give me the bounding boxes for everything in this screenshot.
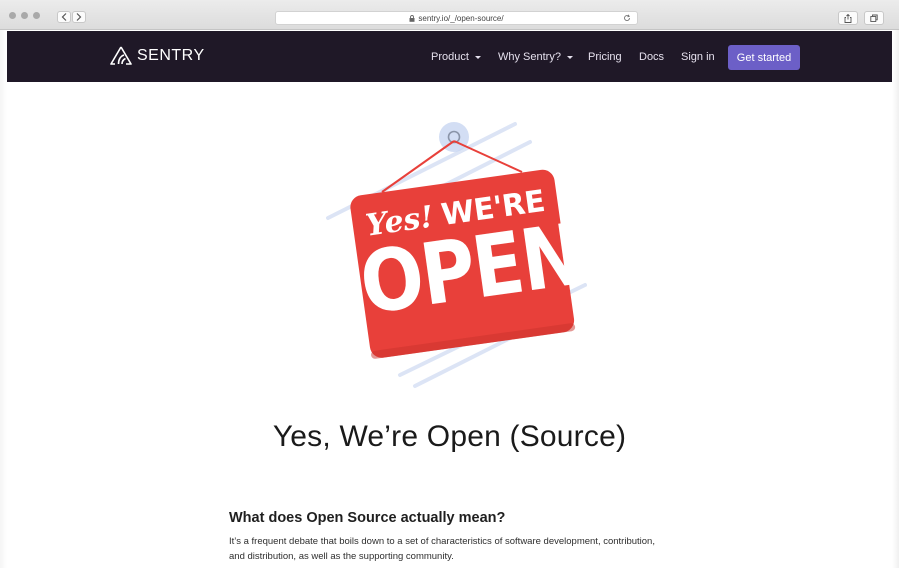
minimize-window-button[interactable] [21, 12, 28, 19]
lock-icon [409, 14, 415, 22]
caret-down-icon [566, 55, 573, 59]
browser-toolbar: sentry.io/_/open-source/ [0, 0, 899, 30]
close-window-button[interactable] [9, 12, 16, 19]
url-text: sentry.io/_/open-source/ [418, 13, 504, 23]
site-navbar: SENTRY Product Why Sentry? Pricing Docs … [7, 31, 892, 82]
back-button[interactable] [57, 11, 71, 23]
caret-down-icon [474, 55, 481, 59]
nav-item-label: Pricing [588, 51, 622, 63]
nav-item-label: Why Sentry? [498, 51, 561, 63]
sentry-logo-icon [110, 46, 132, 65]
nav-item-sign-in[interactable]: Sign in [681, 51, 715, 63]
back-icon [61, 13, 67, 21]
forward-icon [76, 13, 82, 21]
nav-item-product[interactable]: Product [431, 51, 481, 63]
tabs-overview-button[interactable] [864, 11, 884, 25]
share-icon [844, 13, 852, 23]
nav-item-pricing[interactable]: Pricing [588, 51, 622, 63]
sentry-logo[interactable]: SENTRY [110, 46, 205, 65]
nav-item-label: Docs [639, 51, 665, 63]
nav-item-docs[interactable]: Docs [639, 51, 664, 63]
get-started-button[interactable]: Get started [728, 45, 800, 70]
window-edge [0, 30, 7, 568]
logo-text: SENTRY [137, 46, 205, 64]
reload-icon[interactable] [623, 14, 631, 22]
tabs-icon [870, 14, 878, 22]
window-edge [892, 30, 899, 568]
share-button[interactable] [838, 11, 858, 25]
nav-item-label: Product [431, 51, 469, 63]
page-title: Yes, We’re Open (Source) [272, 420, 627, 453]
zoom-window-button[interactable] [33, 12, 40, 19]
open-sign-illustration: Yes! WE'RE OPEN [320, 110, 590, 390]
sign-text: Yes! WE'RE OPEN [349, 168, 587, 359]
nav-item-label: Sign in [681, 51, 715, 63]
section-heading: What does Open Source actually mean? [229, 510, 506, 526]
forward-button[interactable] [72, 11, 86, 23]
section-paragraph: It’s a frequent debate that boils down t… [229, 536, 655, 562]
nav-item-why-sentry[interactable]: Why Sentry? [498, 51, 573, 63]
address-bar[interactable]: sentry.io/_/open-source/ [275, 11, 638, 25]
